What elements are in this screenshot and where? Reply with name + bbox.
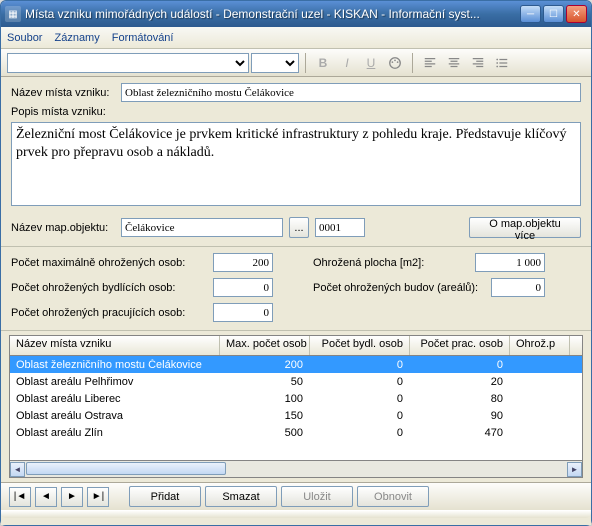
menubar: Soubor Záznamy Formátování xyxy=(1,27,591,49)
close-button[interactable]: ✕ xyxy=(566,5,587,23)
living-label: Počet ohrožených bydlících osob: xyxy=(11,282,207,294)
table-row[interactable]: Oblast areálu Liberec100080 xyxy=(10,390,582,407)
align-center-button[interactable] xyxy=(443,52,465,74)
max-persons-input[interactable] xyxy=(213,253,273,272)
nav-last-button[interactable]: ►| xyxy=(87,487,109,507)
table-row[interactable]: Oblast areálu Ostrava150090 xyxy=(10,407,582,424)
area-input[interactable] xyxy=(475,253,545,272)
mapobj-input[interactable] xyxy=(121,218,283,237)
max-persons-label: Počet maximálně ohrožených osob: xyxy=(11,257,207,269)
living-input[interactable] xyxy=(213,278,273,297)
window-frame: ▦ Místa vzniku mimořádných událostí - De… xyxy=(0,0,592,526)
buildings-input[interactable] xyxy=(491,278,545,297)
col-name[interactable]: Název místa vzniku xyxy=(10,336,220,355)
refresh-button[interactable]: Obnovit xyxy=(357,486,429,507)
palette-icon xyxy=(388,56,402,70)
col-area[interactable]: Ohrož.p xyxy=(510,336,570,355)
add-button[interactable]: Přidat xyxy=(129,486,201,507)
format-toolbar: B I U xyxy=(1,49,591,77)
underline-button[interactable]: U xyxy=(360,52,382,74)
delete-button[interactable]: Smazat xyxy=(205,486,277,507)
working-input[interactable] xyxy=(213,303,273,322)
grid-header: Název místa vzniku Max. počet osob Počet… xyxy=(10,336,582,356)
mapobj-label: Název map.objektu: xyxy=(11,222,115,234)
scroll-left-button[interactable]: ◄ xyxy=(10,462,25,477)
toolbar-separator xyxy=(412,53,413,73)
working-label: Počet ohrožených pracujících osob: xyxy=(11,307,207,319)
desc-label: Popis místa vzniku: xyxy=(11,106,106,118)
titlebar: ▦ Místa vzniku mimořádných událostí - De… xyxy=(1,1,591,27)
mapobj-code-input[interactable] xyxy=(315,218,365,237)
app-icon: ▦ xyxy=(5,6,21,22)
maximize-button[interactable]: ☐ xyxy=(543,5,564,23)
minimize-button[interactable]: ─ xyxy=(520,5,541,23)
mapobj-browse-button[interactable]: ... xyxy=(289,217,309,238)
align-right-icon xyxy=(471,56,485,70)
col-working[interactable]: Počet prac. osob xyxy=(410,336,510,355)
list-icon xyxy=(495,56,509,70)
font-size-combo[interactable] xyxy=(251,53,299,73)
menu-format[interactable]: Formátování xyxy=(112,32,174,44)
nav-first-button[interactable]: |◄ xyxy=(9,487,31,507)
scroll-right-button[interactable]: ► xyxy=(567,462,582,477)
italic-button[interactable]: I xyxy=(336,52,358,74)
window-title: Místa vzniku mimořádných událostí - Demo… xyxy=(25,7,520,21)
desc-textarea[interactable] xyxy=(11,122,581,206)
statusbar xyxy=(1,510,591,518)
table-row[interactable]: Oblast areálu Zlín5000470 xyxy=(10,424,582,441)
font-name-combo[interactable] xyxy=(7,53,249,73)
col-living[interactable]: Počet bydl. osob xyxy=(310,336,410,355)
align-left-button[interactable] xyxy=(419,52,441,74)
align-center-icon xyxy=(447,56,461,70)
scroll-thumb[interactable] xyxy=(26,462,226,475)
buildings-label: Počet ohrožených budov (areálů): xyxy=(313,282,485,294)
align-right-button[interactable] xyxy=(467,52,489,74)
nav-next-button[interactable]: ► xyxy=(61,487,83,507)
menu-records[interactable]: Záznamy xyxy=(54,32,99,44)
toolbar-separator xyxy=(305,53,306,73)
nav-prev-button[interactable]: ◄ xyxy=(35,487,57,507)
table-row[interactable]: Oblast areálu Pelhřimov50020 xyxy=(10,373,582,390)
bold-button[interactable]: B xyxy=(312,52,334,74)
data-grid[interactable]: Název místa vzniku Max. počet osob Počet… xyxy=(9,335,583,461)
save-button[interactable]: Uložit xyxy=(281,486,353,507)
bullet-list-button[interactable] xyxy=(491,52,513,74)
col-max[interactable]: Max. počet osob xyxy=(220,336,310,355)
font-color-button[interactable] xyxy=(384,52,406,74)
name-label: Název místa vzniku: xyxy=(11,87,115,99)
mapobj-more-button[interactable]: O map.objektu více xyxy=(469,217,581,238)
record-navigator: |◄ ◄ ► ►| Přidat Smazat Uložit Obnovit xyxy=(1,482,591,510)
name-input[interactable] xyxy=(121,83,581,102)
align-left-icon xyxy=(423,56,437,70)
menu-file[interactable]: Soubor xyxy=(7,32,42,44)
area-label: Ohrožená plocha [m2]: xyxy=(313,257,469,269)
grid-hscrollbar[interactable]: ◄ ► xyxy=(9,461,583,478)
table-row[interactable]: Oblast železničního mostu Čelákovice2000… xyxy=(10,356,582,373)
